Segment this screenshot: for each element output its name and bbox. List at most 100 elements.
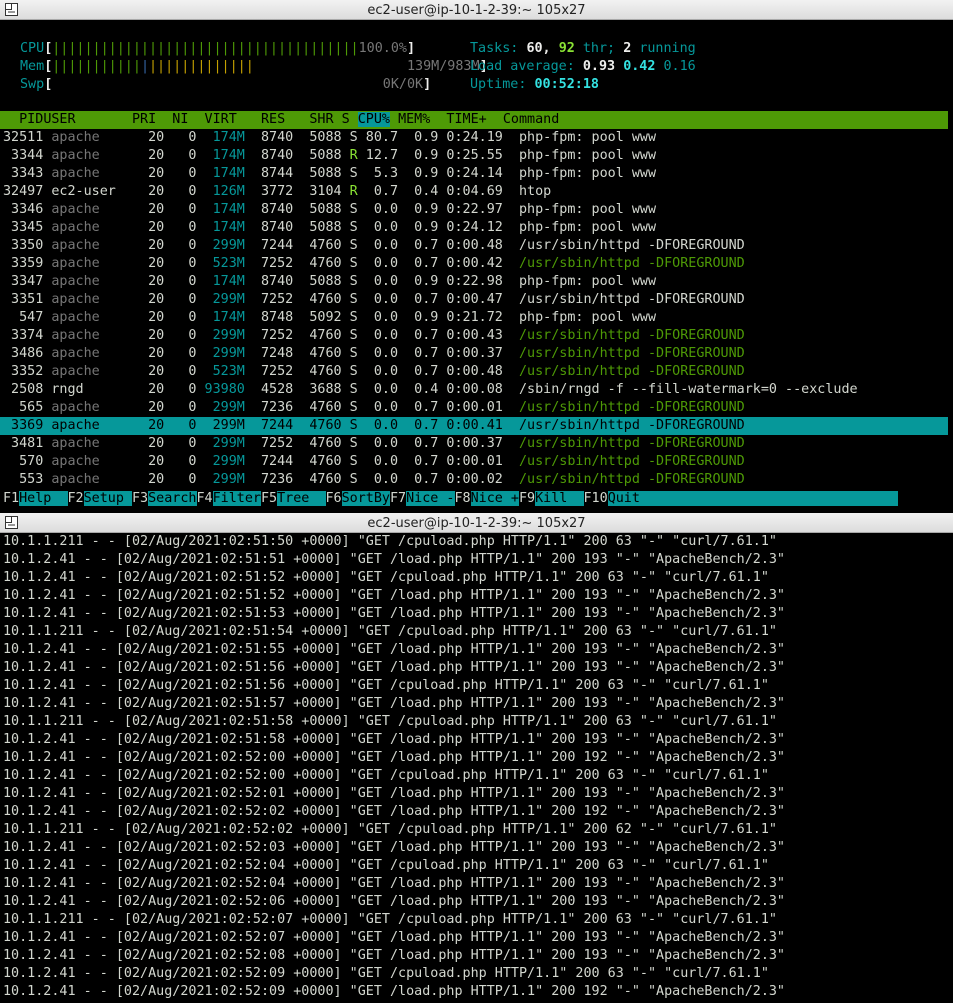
process-user: apache — [51, 238, 124, 253]
process-time: 0:04.69 — [438, 184, 503, 199]
process-pid: 3351 — [3, 292, 44, 307]
process-virt: 174M — [196, 220, 245, 235]
process-shr: 5088 — [293, 130, 342, 145]
process-user: apache — [51, 346, 124, 361]
process-command: /usr/sbin/httpd -DFOREGROUND — [510, 238, 745, 253]
process-row[interactable]: 2508 rngd 20 0 93980 4528 3688 S 0.0 0.4… — [3, 381, 858, 399]
process-row[interactable]: 3351 apache 20 0 299M 7252 4760 S 0.0 0.… — [3, 291, 745, 309]
process-row[interactable]: 3347 apache 20 0 174M 8740 5088 S 0.0 0.… — [3, 273, 656, 291]
process-cpu-percent: 0.0 — [357, 400, 399, 415]
process-pid: 3359 — [3, 256, 44, 271]
process-mem-percent: 0.9 — [398, 148, 439, 163]
process-row[interactable]: 547 apache 20 0 174M 8748 5092 S 0.0 0.9… — [3, 309, 656, 327]
process-row[interactable]: 3369 apache 20 0 299M 7244 4760 S 0.0 0.… — [3, 417, 745, 435]
process-state: S — [341, 436, 358, 451]
log-line: 10.1.2.41 - - [02/Aug/2021:02:51:51 +000… — [3, 552, 785, 567]
fkey-label-f8[interactable]: Nice + — [470, 491, 519, 506]
process-time: 0:00.01 — [438, 454, 503, 469]
process-mem-percent: 0.7 — [398, 436, 439, 451]
column-header-ni: NI — [156, 112, 189, 127]
process-pid: 32497 — [3, 184, 44, 199]
process-row[interactable]: 3344 apache 20 0 174M 8740 5088 R 12.7 0… — [3, 147, 656, 165]
fkey-label-f6[interactable]: SortBy — [341, 491, 390, 506]
process-mem-percent: 0.9 — [398, 202, 439, 217]
process-cpu-percent: 0.0 — [357, 274, 399, 289]
process-row[interactable]: 570 apache 20 0 299M 7244 4760 S 0.0 0.7… — [3, 453, 745, 471]
column-header-user: USER — [43, 112, 116, 127]
fkey-label-f4[interactable]: Filter — [212, 491, 261, 506]
function-key-bar[interactable]: F1Help F2Setup F3SearchF4FilterF5Tree F6… — [3, 490, 898, 508]
process-time: 0:25.55 — [438, 148, 503, 163]
process-cpu-percent: 0.0 — [357, 454, 399, 469]
log-terminal[interactable]: 10.1.1.211 - - [02/Aug/2021:02:51:50 +00… — [0, 533, 953, 1003]
process-user: rngd — [51, 382, 124, 397]
fkey-f6: F6 — [325, 491, 342, 506]
process-res: 7252 — [244, 292, 294, 307]
process-state: S — [341, 400, 358, 415]
titlebar-bottom[interactable]: ec2-user@ip-10-1-2-39:~ 105x27 — [0, 513, 953, 533]
process-user: apache — [51, 274, 124, 289]
process-row[interactable]: 553 apache 20 0 299M 7236 4760 S 0.0 0.7… — [3, 471, 745, 489]
process-row[interactable]: 32497 ec2-user 20 0 126M 3772 3104 R 0.7… — [3, 183, 551, 201]
process-priority: 20 — [123, 310, 165, 325]
fkey-label-f9[interactable]: Kill — [535, 491, 584, 506]
titlebar-top[interactable]: ec2-user@ip-10-1-2-39:~ 105x27 — [0, 0, 953, 20]
process-state: S — [341, 310, 358, 325]
process-user: apache — [51, 400, 124, 415]
log-line: 10.1.2.41 - - [02/Aug/2021:02:52:06 +000… — [3, 894, 785, 909]
process-row[interactable]: 3486 apache 20 0 299M 7248 4760 S 0.0 0.… — [3, 345, 745, 363]
process-virt: 126M — [196, 184, 245, 199]
process-state: S — [341, 328, 358, 343]
process-time: 0:00.01 — [438, 400, 503, 415]
process-nice: 0 — [164, 310, 197, 325]
fkey-label-f2[interactable]: Setup — [83, 491, 132, 506]
process-row[interactable]: 3345 apache 20 0 174M 8740 5088 S 0.0 0.… — [3, 219, 656, 237]
fkey-label-f3[interactable]: Search — [148, 491, 197, 506]
process-user: apache — [51, 166, 124, 181]
process-row[interactable]: 565 apache 20 0 299M 7236 4760 S 0.0 0.7… — [3, 399, 745, 417]
process-time: 0:00.41 — [438, 418, 503, 433]
process-row[interactable]: 3374 apache 20 0 299M 7252 4760 S 0.0 0.… — [3, 327, 745, 345]
process-row[interactable]: 3352 apache 20 0 523M 7252 4760 S 0.0 0.… — [3, 363, 745, 381]
process-command: php-fpm: pool www — [510, 148, 657, 163]
process-virt: 174M — [196, 148, 245, 163]
window-title: ec2-user@ip-10-1-2-39:~ 105x27 — [367, 3, 586, 18]
process-row[interactable]: 3343 apache 20 0 174M 8744 5088 S 5.3 0.… — [3, 165, 656, 183]
process-nice: 0 — [164, 328, 197, 343]
column-header[interactable]: PIDUSER PRI NI VIRT RES SHR S CPU% MEM% … — [3, 111, 559, 129]
fkey-label-f10[interactable]: Quit — [607, 491, 640, 506]
fkey-label-f5[interactable]: Tree — [277, 491, 326, 506]
process-nice: 0 — [164, 400, 197, 415]
htop-terminal[interactable]: CPU[||||||||||||||||||||||||||||||||||||… — [0, 20, 953, 510]
process-row[interactable]: 3346 apache 20 0 174M 8740 5088 S 0.0 0.… — [3, 201, 656, 219]
process-nice: 0 — [164, 454, 197, 469]
process-nice: 0 — [164, 382, 197, 397]
process-res: 8740 — [244, 220, 294, 235]
process-shr: 5088 — [293, 202, 342, 217]
process-priority: 20 — [123, 184, 165, 199]
process-user: apache — [51, 472, 124, 487]
process-mem-percent: 0.9 — [398, 130, 439, 145]
fkey-label-f1[interactable]: Help — [19, 491, 68, 506]
fkey-label-f7[interactable]: Nice - — [406, 491, 455, 506]
process-row[interactable]: 32511 apache 20 0 174M 8740 5088 S 80.7 … — [3, 129, 656, 147]
process-nice: 0 — [164, 166, 197, 181]
column-header-pid: PID — [3, 112, 44, 127]
fkey-f7: F7 — [390, 491, 407, 506]
process-row[interactable]: 3359 apache 20 0 523M 7252 4760 S 0.0 0.… — [3, 255, 745, 273]
process-user: apache — [51, 328, 124, 343]
process-command: php-fpm: pool www — [510, 202, 657, 217]
process-virt: 299M — [196, 436, 245, 451]
log-line: 10.1.2.41 - - [02/Aug/2021:02:51:53 +000… — [3, 606, 785, 621]
process-virt: 174M — [196, 130, 245, 145]
process-time: 0:00.48 — [438, 238, 503, 253]
log-line: 10.1.2.41 - - [02/Aug/2021:02:52:09 +000… — [3, 966, 769, 981]
process-priority: 20 — [123, 436, 165, 451]
process-pid: 2508 — [3, 382, 44, 397]
process-user: apache — [51, 130, 124, 145]
fkey-f4: F4 — [196, 491, 213, 506]
process-row[interactable]: 3350 apache 20 0 299M 7244 4760 S 0.0 0.… — [3, 237, 745, 255]
process-res: 4528 — [244, 382, 294, 397]
process-shr: 5092 — [293, 310, 342, 325]
process-row[interactable]: 3481 apache 20 0 299M 7252 4760 S 0.0 0.… — [3, 435, 745, 453]
